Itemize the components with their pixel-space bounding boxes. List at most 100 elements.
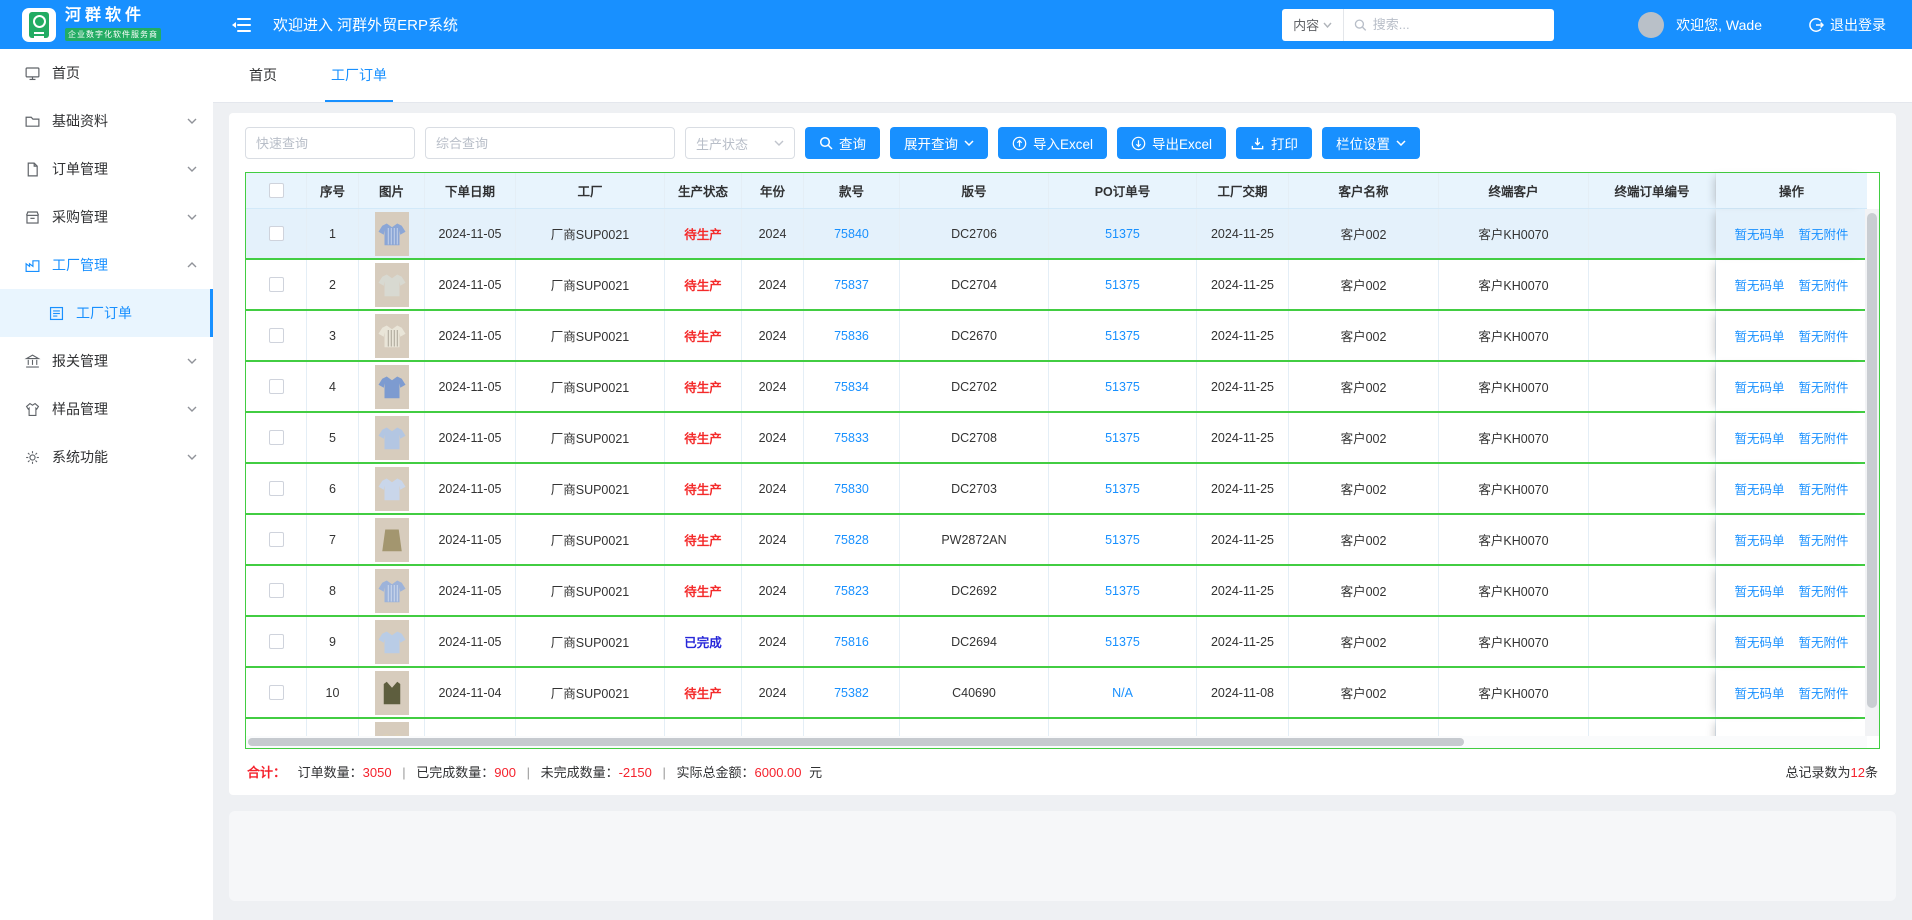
po-no-link[interactable]: N/A xyxy=(1112,686,1133,700)
po-no-link[interactable]: 51375 xyxy=(1105,380,1140,394)
product-image[interactable] xyxy=(375,569,409,613)
product-image[interactable] xyxy=(375,416,409,460)
no-attachment-link[interactable]: 暂无附件 xyxy=(1799,275,1849,294)
product-image[interactable] xyxy=(375,671,409,715)
po-no-link[interactable]: 51375 xyxy=(1105,482,1140,496)
sidebar-item-customs-management[interactable]: 报关管理 xyxy=(0,337,213,385)
no-size-sheet-link[interactable]: 暂无码单 xyxy=(1734,530,1784,549)
avatar[interactable] xyxy=(1638,12,1664,38)
no-attachment-link[interactable]: 暂无附件 xyxy=(1799,683,1849,702)
no-size-sheet-link[interactable]: 暂无码单 xyxy=(1734,224,1784,243)
sidebar-item-sample-management[interactable]: 样品管理 xyxy=(0,385,213,433)
po-no-link[interactable]: 51375 xyxy=(1105,533,1140,547)
no-size-sheet-link[interactable]: 暂无码单 xyxy=(1734,683,1784,702)
row-checkbox[interactable] xyxy=(269,481,284,496)
style-no-link[interactable]: 75833 xyxy=(834,431,869,445)
row-checkbox[interactable] xyxy=(269,583,284,598)
no-attachment-link[interactable]: 暂无附件 xyxy=(1799,479,1849,498)
po-no-link[interactable]: 51375 xyxy=(1105,329,1140,343)
sidebar-item-system-functions[interactable]: 系统功能 xyxy=(0,433,213,481)
quick-search-input[interactable] xyxy=(245,127,415,159)
tab-home[interactable]: 首页 xyxy=(243,49,283,102)
no-attachment-link[interactable]: 暂无附件 xyxy=(1799,224,1849,243)
select-all-checkbox[interactable] xyxy=(269,183,284,198)
sidebar-item-purchase-management[interactable]: 采购管理 xyxy=(0,193,213,241)
sidebar-item-basic-data[interactable]: 基础资料 xyxy=(0,97,213,145)
product-image[interactable] xyxy=(375,467,409,511)
style-no-link[interactable]: 75816 xyxy=(834,635,869,649)
year: 2024 xyxy=(742,515,804,564)
product-image[interactable] xyxy=(375,620,409,664)
po-no-link[interactable]: 51375 xyxy=(1105,227,1140,241)
column-settings-button[interactable]: 栏位设置 xyxy=(1322,127,1420,159)
style-no-link[interactable]: 75830 xyxy=(834,482,869,496)
horizontal-scrollbar-thumb[interactable] xyxy=(248,738,1464,746)
factory-delivery-date: 2024-11-25 xyxy=(1197,413,1289,462)
row-checkbox[interactable] xyxy=(269,277,284,292)
row-checkbox[interactable] xyxy=(269,328,284,343)
row-seq: 10 xyxy=(307,668,359,717)
po-no-link[interactable]: 51375 xyxy=(1105,584,1140,598)
search-category-select[interactable]: 内容 xyxy=(1282,9,1344,41)
horizontal-scrollbar[interactable] xyxy=(246,736,1867,748)
search-input[interactable] xyxy=(1373,17,1544,32)
sidebar-item-factory-management[interactable]: 工厂管理 xyxy=(0,241,213,289)
print-button[interactable]: 打印 xyxy=(1236,127,1312,159)
expand-query-button[interactable]: 展开查询 xyxy=(890,127,988,159)
query-button[interactable]: 查询 xyxy=(805,127,880,159)
no-attachment-link[interactable]: 暂无附件 xyxy=(1799,428,1849,447)
row-checkbox[interactable] xyxy=(269,379,284,394)
vertical-scrollbar-thumb[interactable] xyxy=(1867,213,1877,708)
end-order-no xyxy=(1589,362,1716,411)
no-size-sheet-link[interactable]: 暂无码单 xyxy=(1734,581,1784,600)
no-attachment-link[interactable]: 暂无附件 xyxy=(1799,530,1849,549)
production-status-select[interactable]: 生产状态 xyxy=(685,127,795,159)
style-no-link[interactable]: 75834 xyxy=(834,380,869,394)
product-image[interactable] xyxy=(375,365,409,409)
row-checkbox[interactable] xyxy=(269,685,284,700)
logout-button[interactable]: 退出登录 xyxy=(1808,15,1886,35)
status-badge: 已完成 xyxy=(684,632,722,651)
no-attachment-link[interactable]: 暂无附件 xyxy=(1799,326,1849,345)
no-size-sheet-link[interactable]: 暂无码单 xyxy=(1734,326,1784,345)
no-attachment-link[interactable]: 暂无附件 xyxy=(1799,581,1849,600)
no-size-sheet-link[interactable]: 暂无码单 xyxy=(1734,275,1784,294)
no-attachment-link[interactable]: 暂无附件 xyxy=(1799,377,1849,396)
tab-factory-orders[interactable]: 工厂订单 xyxy=(325,49,393,102)
row-checkbox[interactable] xyxy=(269,430,284,445)
end-customer: 客户KH0070 xyxy=(1439,413,1589,462)
style-no-link[interactable]: 75836 xyxy=(834,329,869,343)
vertical-scrollbar[interactable] xyxy=(1865,209,1879,736)
product-image[interactable] xyxy=(375,263,409,307)
end-order-no xyxy=(1589,260,1716,309)
no-size-sheet-link[interactable]: 暂无码单 xyxy=(1734,632,1784,651)
style-no-link[interactable]: 75382 xyxy=(834,686,869,700)
po-no-link[interactable]: 51375 xyxy=(1105,278,1140,292)
sidebar-item-factory-orders[interactable]: 工厂订单 xyxy=(0,289,213,337)
style-no-link[interactable]: 75828 xyxy=(834,533,869,547)
style-no-link[interactable]: 75840 xyxy=(834,227,869,241)
po-no-link[interactable]: 51375 xyxy=(1105,635,1140,649)
column-header-seq: 序号 xyxy=(307,173,359,208)
no-size-sheet-link[interactable]: 暂无码单 xyxy=(1734,479,1784,498)
export-excel-button[interactable]: 导出Excel xyxy=(1117,127,1226,159)
no-attachment-link[interactable]: 暂无附件 xyxy=(1799,632,1849,651)
end-customer: 客户KH0070 xyxy=(1439,209,1589,258)
row-checkbox[interactable] xyxy=(269,226,284,241)
product-image[interactable] xyxy=(375,518,409,562)
po-no-link[interactable]: 51375 xyxy=(1105,431,1140,445)
combined-search-input[interactable] xyxy=(425,127,675,159)
product-image[interactable] xyxy=(375,314,409,358)
collapse-sidebar-button[interactable] xyxy=(231,17,251,33)
no-size-sheet-link[interactable]: 暂无码单 xyxy=(1734,377,1784,396)
row-checkbox[interactable] xyxy=(269,634,284,649)
sidebar-item-home[interactable]: 首页 xyxy=(0,49,213,97)
no-size-sheet-link[interactable]: 暂无码单 xyxy=(1734,428,1784,447)
sidebar-item-order-management[interactable]: 订单管理 xyxy=(0,145,213,193)
row-checkbox[interactable] xyxy=(269,532,284,547)
product-image[interactable] xyxy=(375,212,409,256)
style-no-link[interactable]: 75837 xyxy=(834,278,869,292)
style-no-link[interactable]: 75823 xyxy=(834,584,869,598)
column-header-operations: 操作 xyxy=(1716,173,1867,208)
import-excel-button[interactable]: 导入Excel xyxy=(998,127,1107,159)
